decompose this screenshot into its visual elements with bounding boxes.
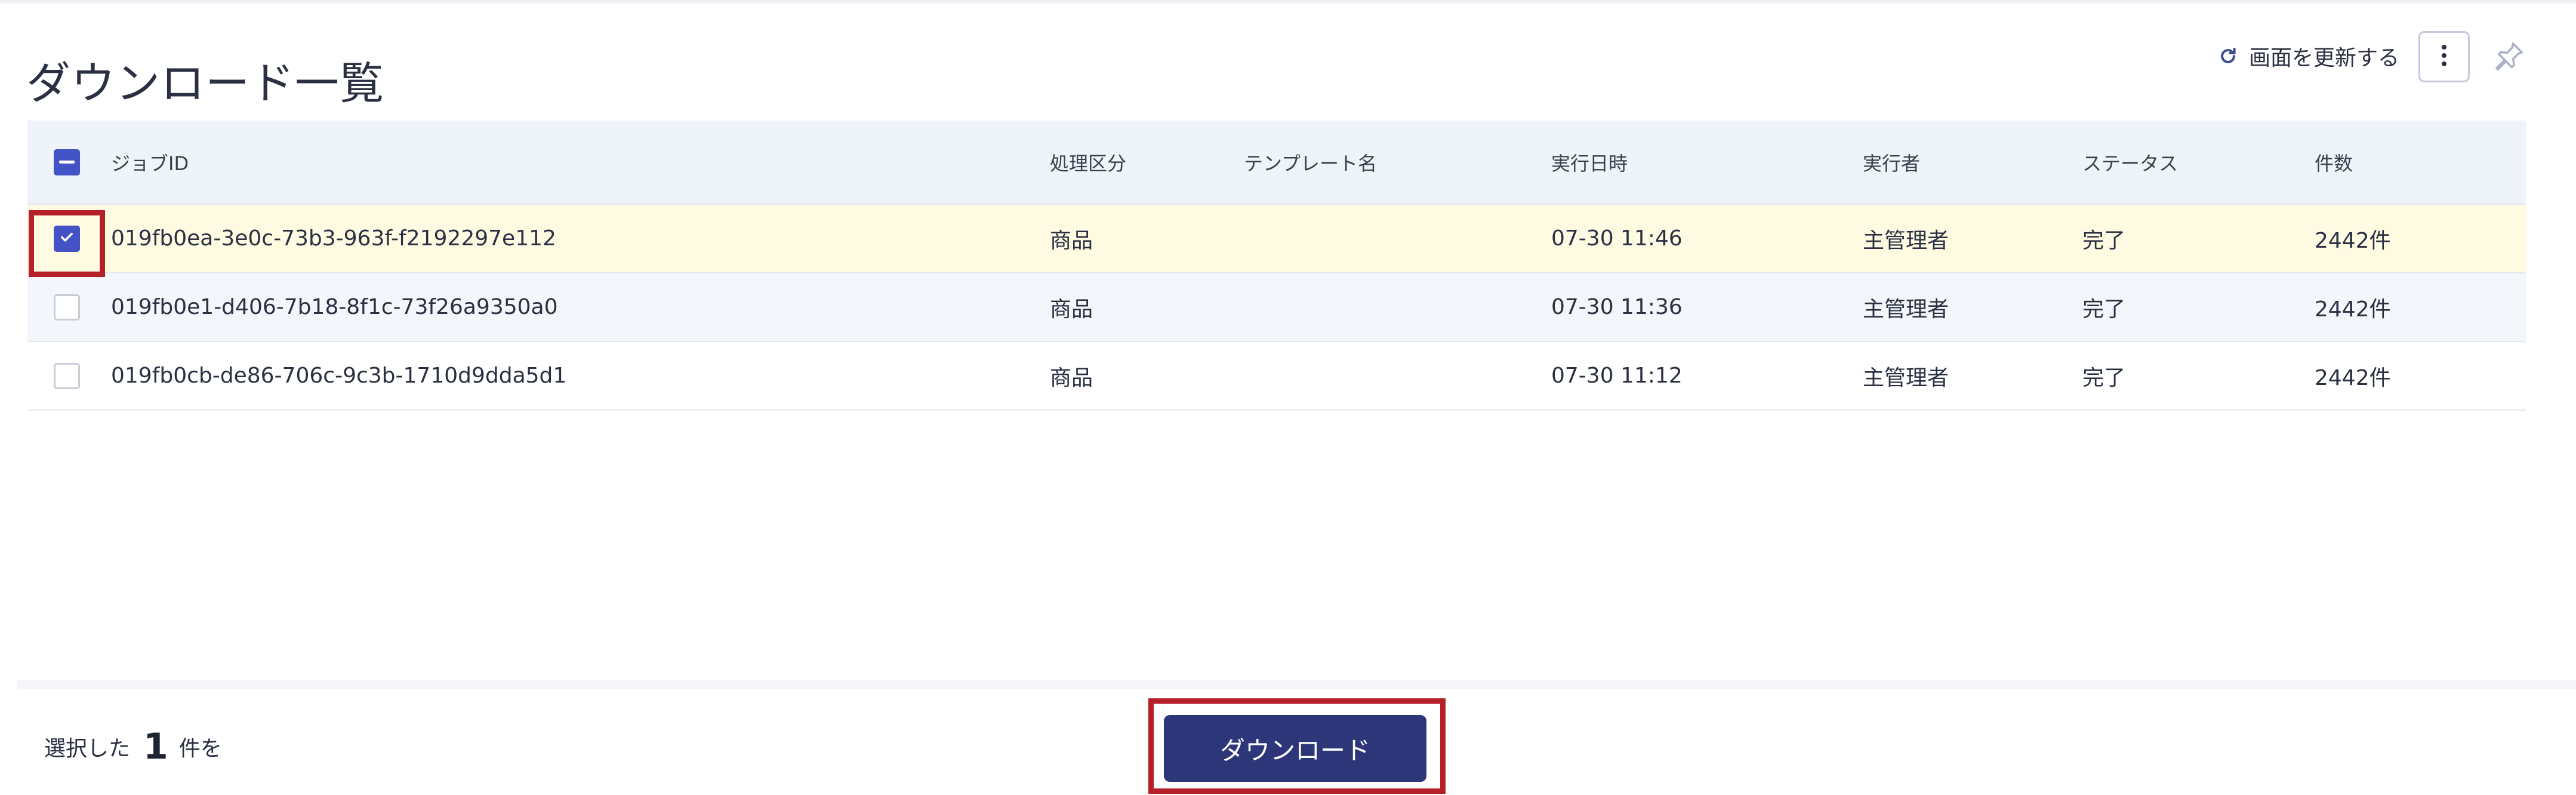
cell-executor: 主管理者 [1863,297,1949,322]
refresh-icon [2218,46,2238,66]
header-executed-at[interactable]: 実行日時 [1551,121,1863,204]
header-count[interactable]: 件数 [2315,121,2526,204]
pin-icon [2491,38,2527,76]
header-executor[interactable]: 実行者 [1863,121,2082,204]
cell-template [1244,273,1551,341]
table-row[interactable]: 019fb0cb-de86-706c-9c3b-1710d9dda5d1 商品 … [27,341,2526,410]
cell-status: 完了 [2082,297,2126,322]
row-checkbox[interactable] [54,294,80,321]
header-template[interactable]: テンプレート名 [1244,121,1551,204]
cell-count: 2442件 [2315,228,2391,253]
cell-executed-at: 07-30 11:46 [1551,226,1683,251]
header-job-id[interactable]: ジョブID [111,121,1050,204]
select-all-checkbox[interactable] [54,149,80,175]
cell-job-id: 019fb0ea-3e0c-73b3-963f-f2192297e112 [111,226,556,251]
more-options-button[interactable] [2418,31,2470,82]
cell-executor: 主管理者 [1863,365,1949,390]
footer-separator [17,680,2576,689]
cell-job-id: 019fb0cb-de86-706c-9c3b-1710d9dda5d1 [111,363,567,388]
table-row[interactable]: 019fb0ea-3e0c-73b3-963f-f2192297e112 商品 … [27,204,2526,273]
page-title: ダウンロード一覧 [26,57,384,109]
more-vertical-icon [2441,44,2448,70]
cell-count: 2442件 [2315,365,2391,390]
top-border [0,0,2576,4]
download-button[interactable]: ダウンロード [1164,715,1426,782]
cell-category: 商品 [1050,228,1093,253]
download-jobs-table: ジョブID 処理区分 テンプレート名 実行日時 実行者 ステータス 件数 019… [27,121,2526,411]
row-checkbox-cell [27,341,111,410]
cell-status: 完了 [2082,228,2126,253]
check-icon [58,226,75,251]
cell-category: 商品 [1050,297,1093,322]
pin-button[interactable] [2490,38,2528,76]
selection-summary: 選択した 1 件を [44,722,222,771]
row-checkbox-cell [27,204,111,273]
cell-category: 商品 [1050,365,1093,390]
cell-executor: 主管理者 [1863,228,1949,253]
selection-count: 1 [143,726,168,768]
cell-template [1244,341,1551,410]
row-checkbox[interactable] [54,362,80,389]
header-category[interactable]: 処理区分 [1050,121,1244,204]
refresh-button[interactable]: 画面を更新する [2218,37,2399,75]
minus-icon [59,161,75,164]
cell-job-id: 019fb0e1-d406-7b18-8f1c-73f26a9350a0 [111,295,558,319]
refresh-label: 画面を更新する [2249,46,2400,70]
table-header-row: ジョブID 処理区分 テンプレート名 実行日時 実行者 ステータス 件数 [27,121,2526,204]
selection-suffix: 件を [178,737,222,761]
cell-status: 完了 [2082,365,2126,390]
select-all-cell [27,121,111,204]
selection-prefix: 選択した [44,737,131,761]
cell-template [1244,204,1551,273]
cell-executed-at: 07-30 11:12 [1551,363,1683,388]
cell-executed-at: 07-30 11:36 [1551,295,1683,319]
row-checkbox-cell [27,273,111,341]
cell-count: 2442件 [2315,297,2391,322]
row-checkbox[interactable] [54,225,80,252]
table-row[interactable]: 019fb0e1-d406-7b18-8f1c-73f26a9350a0 商品 … [27,273,2526,341]
header-status[interactable]: ステータス [2082,121,2315,204]
